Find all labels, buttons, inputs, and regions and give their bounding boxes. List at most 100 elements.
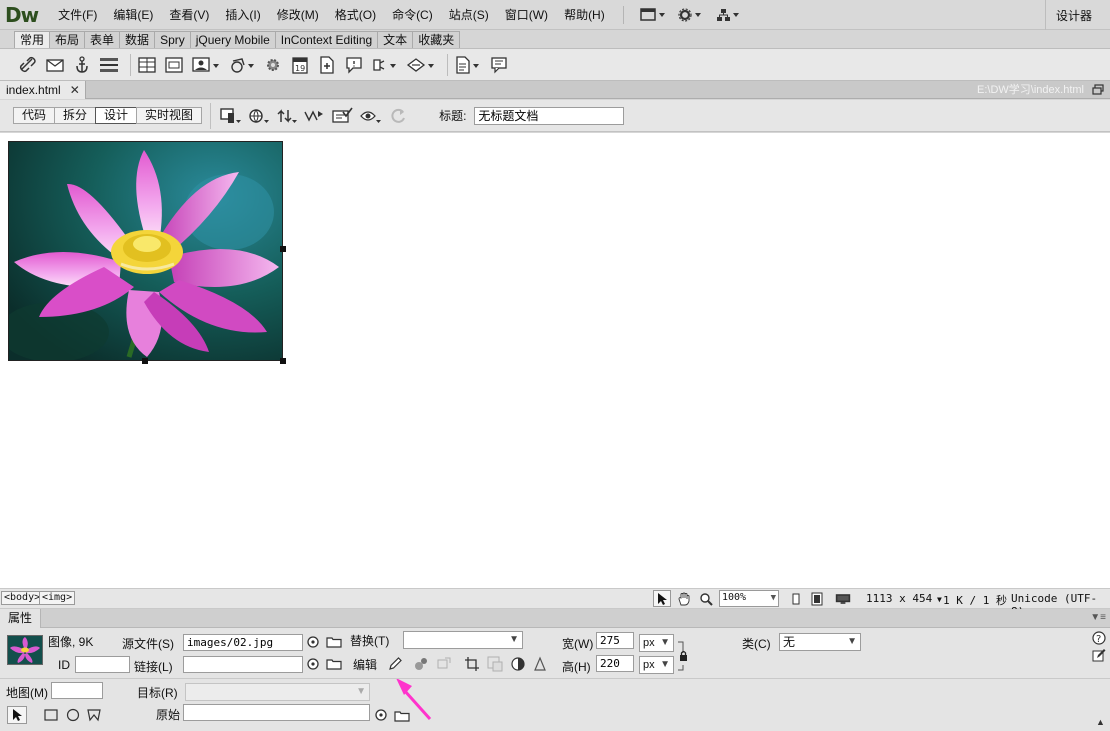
map-input[interactable] <box>51 682 103 699</box>
height-unit-select[interactable]: px ▼ <box>639 656 674 674</box>
zoom-tool-icon[interactable] <box>697 590 715 607</box>
menu-modify[interactable]: 修改(M) <box>269 6 327 23</box>
alt-select[interactable]: ▼ <box>403 631 523 649</box>
title-input[interactable] <box>474 106 625 125</box>
browse-folder-icon[interactable] <box>394 708 410 724</box>
tab-layout[interactable]: 布局 <box>49 31 86 48</box>
tag-selector-img[interactable]: <img> <box>39 591 76 605</box>
design-canvas[interactable] <box>0 133 1110 588</box>
point-to-file-icon[interactable] <box>305 656 321 672</box>
named-anchor-icon[interactable] <box>71 54 93 76</box>
desktop-size-icon[interactable] <box>834 590 852 607</box>
split-view-button[interactable]: 拆分 <box>54 107 97 124</box>
menu-site[interactable]: 站点(S) <box>441 6 497 23</box>
tab-incontext-editing[interactable]: InContext Editing <box>274 31 379 48</box>
tab-spry[interactable]: Spry <box>154 31 191 48</box>
check-browser-icon[interactable] <box>331 106 355 126</box>
image-icon[interactable] <box>190 54 222 76</box>
tab-favorites[interactable]: 收藏夹 <box>412 31 461 48</box>
quick-tag-editor-icon[interactable] <box>1092 647 1106 663</box>
document-tab[interactable]: index.html ✕ <box>0 81 86 99</box>
help-icon[interactable]: ? <box>1092 631 1106 645</box>
sharpen-icon[interactable] <box>532 656 548 672</box>
crop-icon[interactable] <box>464 656 480 672</box>
browse-folder-icon[interactable] <box>326 634 342 650</box>
visual-aids-icon[interactable] <box>359 106 383 126</box>
widget-icon[interactable] <box>262 54 284 76</box>
workspace-switcher[interactable]: 设计器 <box>1044 0 1110 30</box>
resize-handle-bottom[interactable] <box>142 358 148 364</box>
design-view-button[interactable]: 设计 <box>95 107 138 124</box>
restore-window-icon[interactable] <box>1092 84 1104 95</box>
email-link-icon[interactable] <box>44 54 66 76</box>
tab-forms[interactable]: 表单 <box>84 31 121 48</box>
script-icon[interactable] <box>405 54 437 76</box>
hyperlink-icon[interactable] <box>17 54 39 76</box>
point-to-file-icon[interactable] <box>373 707 389 723</box>
comment-icon[interactable] <box>343 54 365 76</box>
head-icon[interactable] <box>370 54 400 76</box>
brightness-contrast-icon[interactable] <box>510 656 526 672</box>
hand-tool-icon[interactable] <box>675 590 693 607</box>
table-icon[interactable] <box>136 54 158 76</box>
original-input[interactable] <box>183 704 370 721</box>
live-view-button[interactable]: 实时视图 <box>136 107 203 124</box>
tab-text[interactable]: 文本 <box>377 31 414 48</box>
link-input[interactable] <box>183 656 303 673</box>
template-icon[interactable] <box>453 54 483 76</box>
menu-format[interactable]: 格式(O) <box>327 6 384 23</box>
lotus-image[interactable] <box>0 141 286 364</box>
menu-help[interactable]: 帮助(H) <box>556 6 613 23</box>
tablet-size-icon[interactable] <box>808 590 826 607</box>
height-input[interactable] <box>596 655 634 672</box>
preview-browser-icon[interactable] <box>247 106 271 126</box>
width-input[interactable] <box>596 632 634 649</box>
tag-chooser-icon[interactable] <box>488 54 510 76</box>
code-view-button[interactable]: 代码 <box>13 107 56 124</box>
server-include-icon[interactable] <box>316 54 338 76</box>
w3c-validation-icon[interactable] <box>303 106 327 126</box>
tab-jquery-mobile[interactable]: jQuery Mobile <box>189 31 276 48</box>
file-management-icon[interactable] <box>275 106 299 126</box>
menu-file[interactable]: 文件(F) <box>50 6 105 23</box>
menu-edit[interactable]: 编辑(E) <box>105 6 161 23</box>
target-select[interactable]: ▼ <box>185 683 370 701</box>
window-size[interactable]: 1113 x 454 ▼ <box>866 592 942 605</box>
tab-data[interactable]: 数据 <box>119 31 156 48</box>
update-from-original-icon[interactable] <box>436 656 452 672</box>
media-icon[interactable] <box>227 54 257 76</box>
multiscreen-icon[interactable] <box>219 106 243 126</box>
point-to-file-icon[interactable] <box>305 634 321 650</box>
browse-folder-icon[interactable] <box>326 656 342 672</box>
menu-window[interactable]: 窗口(W) <box>497 6 556 23</box>
panel-menu-icon[interactable]: ▼≡ <box>1090 612 1106 623</box>
properties-tab[interactable]: 属性 <box>0 609 42 628</box>
collapse-icon[interactable]: ▲ <box>1096 717 1105 727</box>
rectangle-hotspot-icon[interactable] <box>43 708 59 722</box>
refresh-icon[interactable] <box>387 106 411 126</box>
tag-selector-body[interactable]: <body> <box>1 591 44 605</box>
resize-handle-corner[interactable] <box>280 358 286 364</box>
tab-common[interactable]: 常用 <box>14 31 51 48</box>
menu-view[interactable]: 查看(V) <box>161 6 217 23</box>
select-tool-icon[interactable] <box>653 590 671 607</box>
circle-hotspot-icon[interactable] <box>65 708 81 722</box>
menu-commands[interactable]: 命令(C) <box>384 6 441 23</box>
close-icon[interactable]: ✕ <box>70 83 80 97</box>
edit-image-settings-icon[interactable] <box>413 656 429 672</box>
horizontal-rule-icon[interactable] <box>98 54 120 76</box>
zoom-select[interactable]: 100% ▼ <box>719 590 779 607</box>
pointer-hotspot-icon[interactable] <box>7 706 27 724</box>
class-select[interactable]: 无 ▼ <box>779 633 861 651</box>
gear-icon[interactable] <box>672 7 710 22</box>
insert-div-icon[interactable] <box>163 54 185 76</box>
date-icon[interactable]: 19 <box>289 54 311 76</box>
resample-icon[interactable] <box>487 656 503 672</box>
menu-insert[interactable]: 插入(I) <box>217 6 268 23</box>
phone-size-icon[interactable] <box>787 590 805 607</box>
width-unit-select[interactable]: px ▼ <box>639 634 674 652</box>
pencil-edit-icon[interactable] <box>387 656 403 672</box>
lock-aspect-icon[interactable] <box>677 640 689 672</box>
layout-icon[interactable] <box>634 7 672 22</box>
src-input[interactable] <box>183 634 303 651</box>
